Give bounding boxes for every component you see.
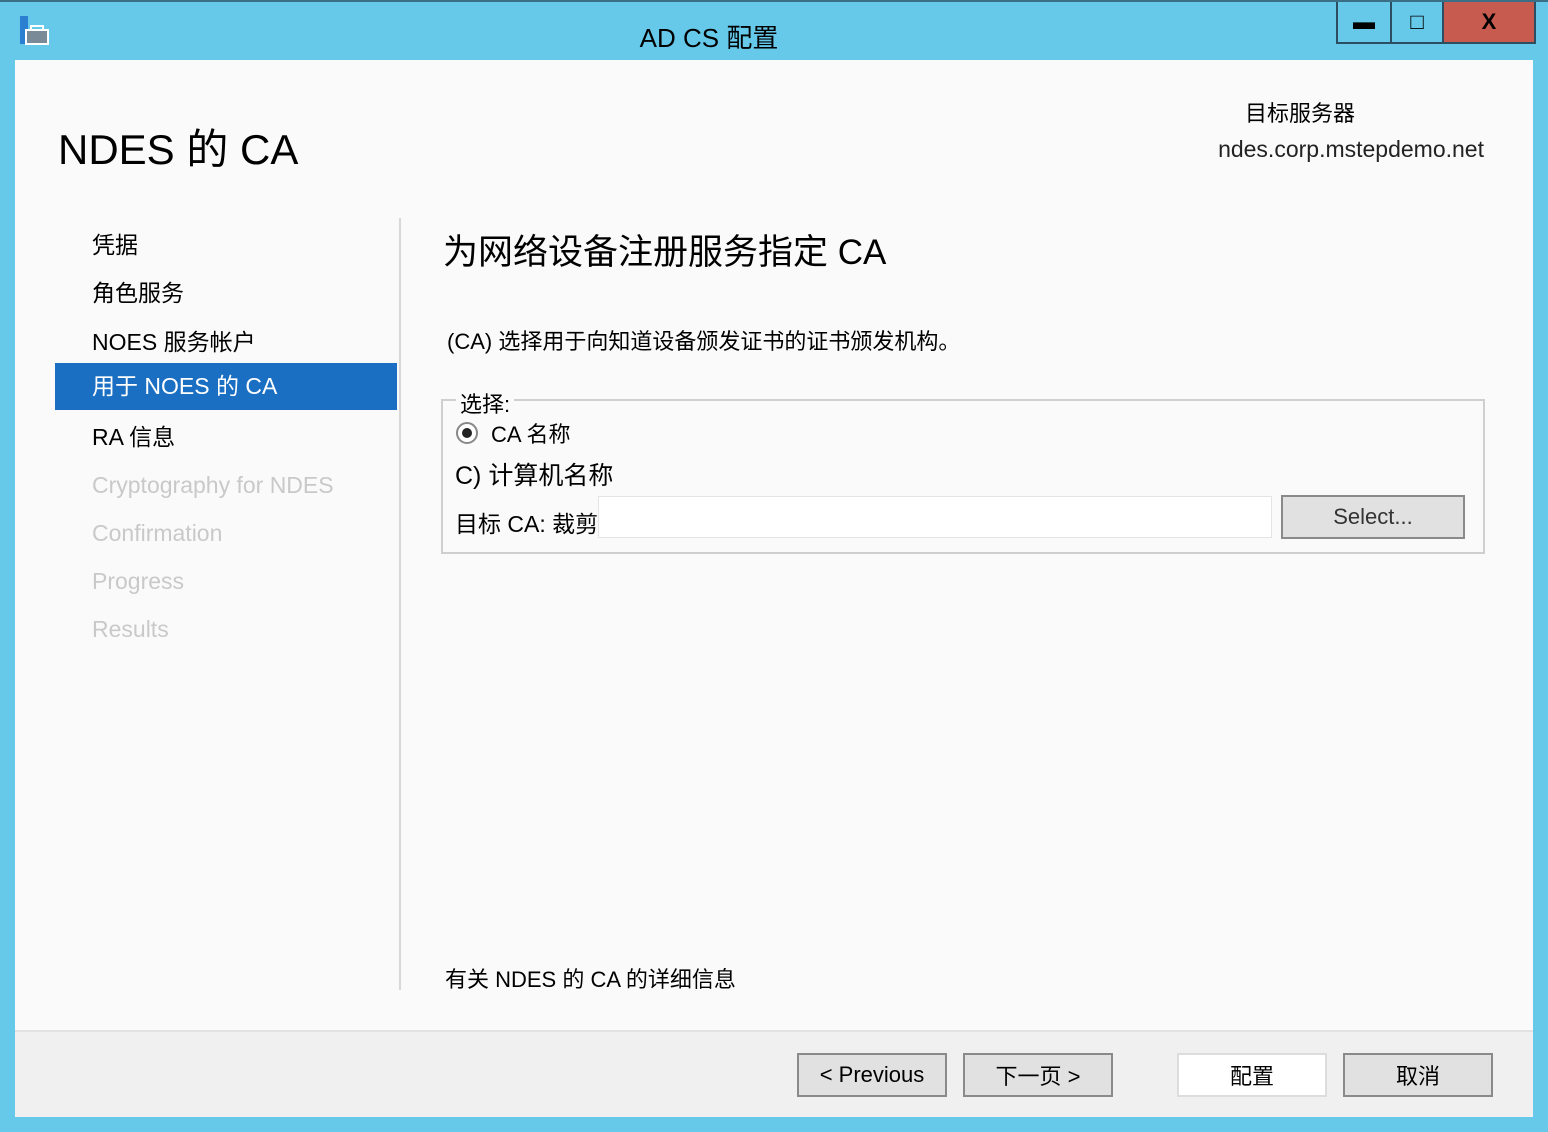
sidebar-item-ra-information[interactable]: RA 信息 bbox=[55, 414, 397, 461]
more-info-link[interactable]: 有关 NDES 的 CA 的详细信息 bbox=[445, 962, 736, 994]
select-button[interactable]: Select... bbox=[1281, 495, 1465, 539]
sidebar-divider bbox=[399, 218, 401, 990]
window-title: AD CS 配置 bbox=[639, 23, 779, 53]
section-description: (CA) 选择用于向知道设备颁发证书的证书颁发机构。 bbox=[447, 329, 961, 354]
ca-name-radio[interactable] bbox=[456, 422, 478, 444]
target-ca-input[interactable] bbox=[598, 496, 1272, 538]
configure-button[interactable]: 配置 bbox=[1177, 1053, 1327, 1097]
selection-group-label: 选择: bbox=[456, 387, 515, 419]
sidebar-item-credentials[interactable]: 凭据 bbox=[55, 222, 397, 269]
target-server-label: 目标服务器 bbox=[1245, 101, 1356, 126]
sidebar-item-service-account[interactable]: NOES 服务帐户 bbox=[55, 319, 397, 366]
ca-name-radio-label[interactable]: CA 名称 bbox=[491, 417, 570, 449]
minimize-button[interactable]: ▬ bbox=[1336, 2, 1392, 44]
section-heading: 为网络设备注册服务指定 CA bbox=[443, 233, 887, 272]
page-title: NDES 的 CA bbox=[58, 126, 299, 173]
sidebar-item-progress: Progress bbox=[92, 568, 185, 594]
sidebar-item-results: Results bbox=[92, 616, 169, 642]
cancel-button[interactable]: 取消 bbox=[1343, 1053, 1493, 1097]
sidebar-item-role-services[interactable]: 角色服务 bbox=[55, 270, 397, 317]
sidebar-item-cryptography: Cryptography for NDES bbox=[92, 472, 334, 498]
title-bar: AD CS 配置 ▬ □ X bbox=[0, 0, 1548, 60]
target-ca-label: 目标 CA: 裁剪 bbox=[455, 511, 599, 537]
target-server-value: ndes.corp.mstepdemo.net bbox=[1218, 136, 1484, 162]
sidebar-item-confirmation: Confirmation bbox=[92, 520, 223, 546]
next-button[interactable]: 下一页 > bbox=[963, 1053, 1113, 1097]
close-button[interactable]: X bbox=[1444, 2, 1536, 44]
previous-button[interactable]: < Previous bbox=[797, 1053, 947, 1097]
computer-name-option[interactable]: C) 计算机名称 bbox=[455, 456, 613, 492]
maximize-button[interactable]: □ bbox=[1392, 2, 1444, 44]
sidebar-item-ca-for-ndes[interactable]: 用于 NOES 的 CA bbox=[55, 363, 397, 410]
